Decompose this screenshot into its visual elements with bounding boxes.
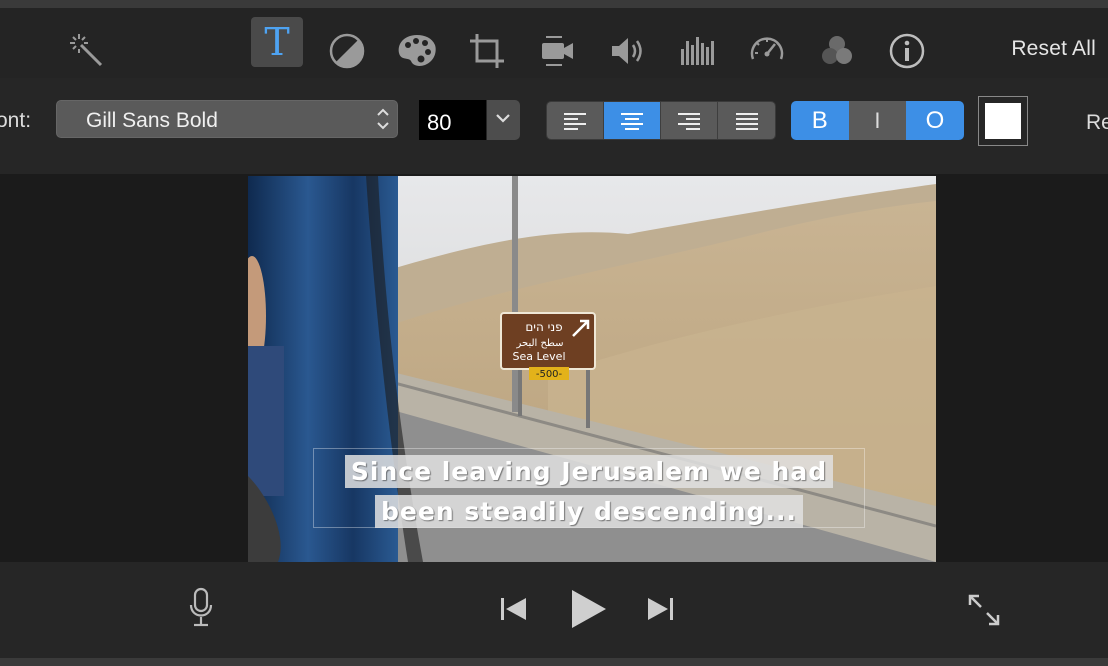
reset-all-button[interactable]: Reset All	[1011, 37, 1096, 61]
up-down-chevron-icon	[375, 105, 391, 138]
text-color-swatch	[985, 103, 1021, 139]
align-right-button[interactable]	[661, 102, 718, 139]
font-size-dropdown[interactable]	[487, 100, 520, 140]
crop-icon[interactable]	[461, 25, 513, 77]
align-center-icon	[621, 112, 643, 130]
play-icon[interactable]	[566, 586, 610, 632]
text-color-well[interactable]	[978, 96, 1028, 146]
italic-button[interactable]: I	[848, 101, 907, 140]
align-left-button[interactable]	[547, 102, 604, 139]
align-left-icon	[564, 112, 586, 130]
volume-icon[interactable]	[601, 25, 653, 77]
speed-icon[interactable]	[741, 25, 793, 77]
align-right-icon	[678, 112, 700, 130]
bold-button[interactable]: B	[791, 101, 849, 140]
alignment-control	[546, 101, 776, 140]
title-text-box[interactable]: Since leaving Jerusalem we had been stea…	[313, 448, 865, 528]
skip-next-icon[interactable]	[644, 594, 678, 624]
align-center-button[interactable]	[604, 102, 661, 139]
font-select[interactable]: Gill Sans Bold	[56, 100, 398, 138]
font-label: ont:	[0, 109, 32, 132]
font-select-value: Gill Sans Bold	[86, 109, 218, 132]
equalizer-icon[interactable]	[671, 25, 723, 77]
window-top-edge	[0, 0, 1108, 8]
font-size-value: 80	[427, 110, 452, 135]
info-icon[interactable]	[881, 25, 933, 77]
color-palette-icon[interactable]	[391, 25, 443, 77]
clip-filter-icon[interactable]	[811, 25, 863, 77]
adjustments-toolbar: T Reset All	[0, 8, 1108, 78]
playback-controls-bar	[0, 562, 1108, 658]
magic-wand-icon[interactable]	[61, 25, 113, 77]
window-bottom-edge	[0, 658, 1108, 666]
title-text-icon[interactable]: T	[251, 17, 303, 67]
fullscreen-icon[interactable]	[964, 590, 1004, 630]
sign-hebrew-text: פני הים	[525, 320, 562, 334]
chevron-down-icon	[496, 114, 510, 123]
sign-english-text: Sea Level	[512, 350, 565, 363]
skip-previous-icon[interactable]	[496, 594, 530, 624]
stabilization-camera-icon[interactable]	[531, 25, 583, 77]
caption-line-1: Since leaving Jerusalem we had	[314, 455, 864, 488]
outline-button[interactable]: O	[906, 101, 964, 140]
align-justify-icon	[735, 112, 758, 130]
svg-text:T: T	[264, 22, 289, 62]
microphone-icon[interactable]	[184, 586, 218, 630]
align-justify-button[interactable]	[718, 102, 775, 139]
font-size-field[interactable]: 80	[419, 100, 486, 140]
color-balance-icon[interactable]	[321, 25, 373, 77]
reset-label-partial[interactable]: Re	[1086, 111, 1108, 135]
caption-line-1-text: Since leaving Jerusalem we had	[344, 455, 834, 488]
text-style-control: B I O	[791, 101, 964, 140]
caption-line-2: been steadily descending...	[314, 495, 864, 528]
sign-plate-text: -500-	[536, 369, 563, 380]
caption-line-2-text: been steadily descending...	[375, 495, 803, 528]
sign-arabic-text: سطح البحر	[515, 338, 563, 349]
